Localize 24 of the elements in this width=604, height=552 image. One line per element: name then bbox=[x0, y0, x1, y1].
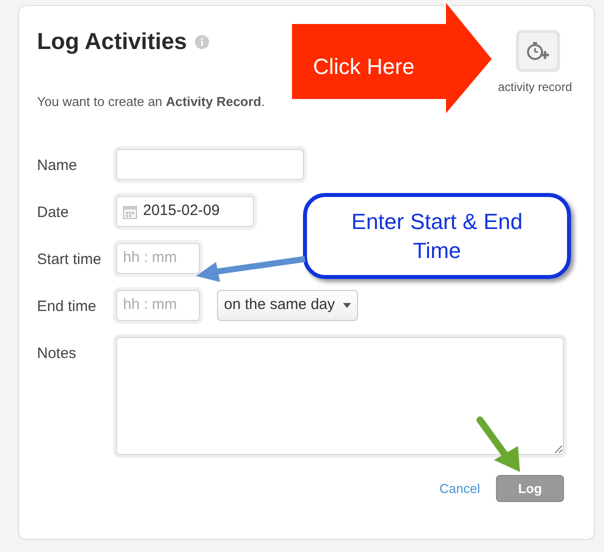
calendar-icon bbox=[123, 204, 137, 219]
field-label: Date bbox=[37, 203, 70, 224]
field-label: Name bbox=[37, 156, 78, 176]
callout-text: Click Here bbox=[313, 53, 414, 81]
stopwatch-plus-icon bbox=[525, 40, 551, 62]
time-field[interactable]: hh : mm bbox=[116, 290, 200, 322]
activity-record-button[interactable] bbox=[516, 30, 560, 72]
notes-field[interactable] bbox=[116, 337, 564, 456]
info-icon[interactable] bbox=[194, 34, 209, 49]
pointer-arrow bbox=[476, 416, 520, 472]
speech-bubble: Enter Start & End Time bbox=[303, 193, 571, 279]
name-field[interactable] bbox=[116, 149, 304, 180]
time-field[interactable]: hh : mm bbox=[116, 243, 200, 274]
field-label: Notes bbox=[37, 344, 78, 364]
subtitle: You want to create an Activity Record. bbox=[37, 92, 266, 111]
caret-icon bbox=[342, 303, 351, 308]
button-label: activity record bbox=[498, 79, 572, 96]
field-label: Start time bbox=[37, 250, 102, 270]
field-label: End time bbox=[37, 297, 98, 318]
log-button[interactable]: Log bbox=[496, 475, 564, 502]
cancel-link[interactable]: Cancel bbox=[440, 478, 480, 498]
date-field[interactable]: 2015-02-09 bbox=[116, 196, 254, 228]
day-select[interactable]: on the same day bbox=[217, 290, 358, 322]
title: Log Activities bbox=[37, 28, 187, 56]
